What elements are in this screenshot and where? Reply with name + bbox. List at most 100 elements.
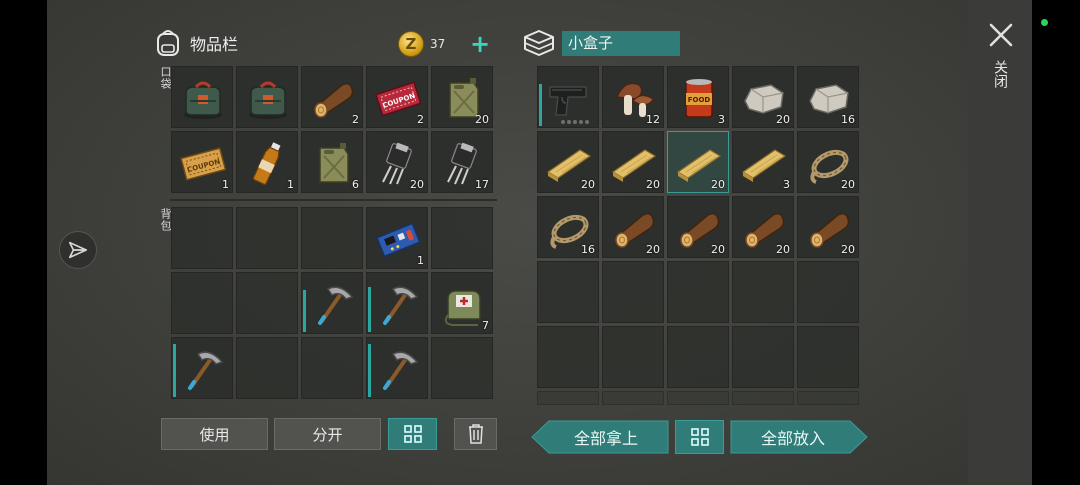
container-slot[interactable] (537, 326, 599, 388)
backpack-slot[interactable] (171, 207, 233, 269)
durability-bar (173, 344, 176, 397)
backpack-slot[interactable] (236, 337, 298, 399)
container-grid: 12 FOOD 3 20 16 20 20 20 3 20 16 20 20 20 20 (537, 66, 859, 405)
container-slot[interactable] (537, 391, 599, 405)
take-all-button[interactable]: 全部拿上 (531, 420, 669, 454)
item-quantity: 20 (711, 243, 725, 256)
supply-bag-icon (184, 81, 222, 119)
add-coins-button[interactable]: + (470, 32, 490, 56)
sort-inventory-button[interactable] (388, 418, 437, 450)
container-slot[interactable] (602, 261, 664, 323)
item-quantity: 20 (711, 178, 725, 191)
container-slot[interactable]: 20 (537, 131, 599, 193)
backpack-slot[interactable] (301, 337, 363, 399)
close-label[interactable]: 关闭 (990, 60, 1010, 88)
circuit-board-icon (376, 222, 421, 258)
container-slot[interactable] (602, 326, 664, 388)
pistol-icon (549, 86, 587, 116)
container-slot[interactable]: 20 (667, 131, 729, 193)
backpack-slot[interactable] (366, 272, 428, 334)
container-slot[interactable] (537, 261, 599, 323)
pocket-slot[interactable]: 1 (236, 131, 298, 193)
backpack-slot[interactable] (431, 337, 493, 399)
pocket-slot[interactable]: 17 (431, 131, 493, 193)
pocket-slot[interactable]: 6 (301, 131, 363, 193)
container-slot[interactable]: 20 (797, 196, 859, 258)
use-button[interactable]: 使用 (161, 418, 268, 450)
backpack-slot[interactable] (171, 272, 233, 334)
item-quantity: 3 (718, 113, 725, 126)
item-quantity: 17 (475, 178, 489, 191)
pickaxe-icon (188, 351, 224, 390)
container-slot[interactable]: 16 (797, 66, 859, 128)
container-slot[interactable]: FOOD 3 (667, 66, 729, 128)
share-button[interactable] (59, 231, 97, 269)
pocket-slot[interactable]: 2 (301, 66, 363, 128)
box-icon (524, 30, 554, 56)
pocket-slot[interactable] (236, 66, 298, 128)
sort-container-button[interactable] (675, 420, 724, 454)
backpack-slot[interactable] (236, 272, 298, 334)
pocket-slot[interactable]: COUPON 2 (366, 66, 428, 128)
container-slot[interactable] (797, 326, 859, 388)
container-header: 小盒子 (522, 28, 680, 58)
item-quantity: 1 (222, 178, 229, 191)
backpack-slot[interactable]: 1 (366, 207, 428, 269)
put-all-button[interactable]: 全部放入 (730, 420, 868, 454)
pocket-slot[interactable] (171, 66, 233, 128)
backpack-slot[interactable] (431, 207, 493, 269)
item-quantity: 20 (841, 178, 855, 191)
item-quantity: 20 (581, 178, 595, 191)
container-slot[interactable]: 20 (602, 196, 664, 258)
container-slot[interactable]: 3 (732, 131, 794, 193)
pocket-slot[interactable]: COUPON 1 (171, 131, 233, 193)
container-slot[interactable] (732, 326, 794, 388)
backpack-slot[interactable] (171, 337, 233, 399)
container-slot[interactable]: 20 (732, 66, 794, 128)
pocket-slot[interactable]: 20 (366, 131, 428, 193)
close-icon[interactable] (988, 22, 1014, 48)
inventory-header: 物品栏 (154, 28, 238, 58)
item-quantity: 2 (417, 113, 424, 126)
durability-bar (303, 290, 306, 332)
container-slot[interactable] (732, 391, 794, 405)
container-slot[interactable] (537, 66, 599, 128)
container-name[interactable]: 小盒子 (562, 30, 680, 56)
container-slot[interactable] (602, 391, 664, 405)
container-slot[interactable] (667, 391, 729, 405)
container-slot[interactable] (797, 391, 859, 405)
durability-bar (539, 84, 542, 126)
container-slot[interactable]: 20 (602, 131, 664, 193)
item-quantity: 20 (841, 243, 855, 256)
backpack-slot[interactable] (236, 207, 298, 269)
item-quantity: 16 (841, 113, 855, 126)
item-quantity: 7 (482, 319, 489, 332)
game-screen: 物品栏 Z 37 + 小盒子 关闭 口袋 背包 2 COUPON 2 20 COUPON… (0, 0, 1080, 485)
backpack-slot[interactable] (301, 207, 363, 269)
item-quantity: 20 (776, 243, 790, 256)
container-slot[interactable] (797, 261, 859, 323)
container-slot[interactable]: 12 (602, 66, 664, 128)
backpack-icon (157, 30, 179, 56)
coin-icon: Z (398, 31, 424, 57)
backpack-slot[interactable] (301, 272, 363, 334)
container-slot[interactable] (732, 261, 794, 323)
backpack-slot[interactable] (366, 337, 428, 399)
discard-button[interactable] (454, 418, 497, 450)
container-slot[interactable] (667, 261, 729, 323)
pocket-slot[interactable]: 20 (431, 66, 493, 128)
section-divider (170, 199, 497, 201)
item-quantity: 12 (646, 113, 660, 126)
backpack-slot[interactable]: 7 (431, 272, 493, 334)
item-quantity: 20 (776, 113, 790, 126)
item-quantity: 20 (646, 178, 660, 191)
split-button[interactable]: 分开 (274, 418, 381, 450)
container-slot[interactable]: 20 (732, 196, 794, 258)
item-quantity: 2 (352, 113, 359, 126)
item-quantity: 6 (352, 178, 359, 191)
container-slot[interactable]: 16 (537, 196, 599, 258)
item-quantity: 3 (783, 178, 790, 191)
container-slot[interactable]: 20 (667, 196, 729, 258)
container-slot[interactable] (667, 326, 729, 388)
container-slot[interactable]: 20 (797, 131, 859, 193)
